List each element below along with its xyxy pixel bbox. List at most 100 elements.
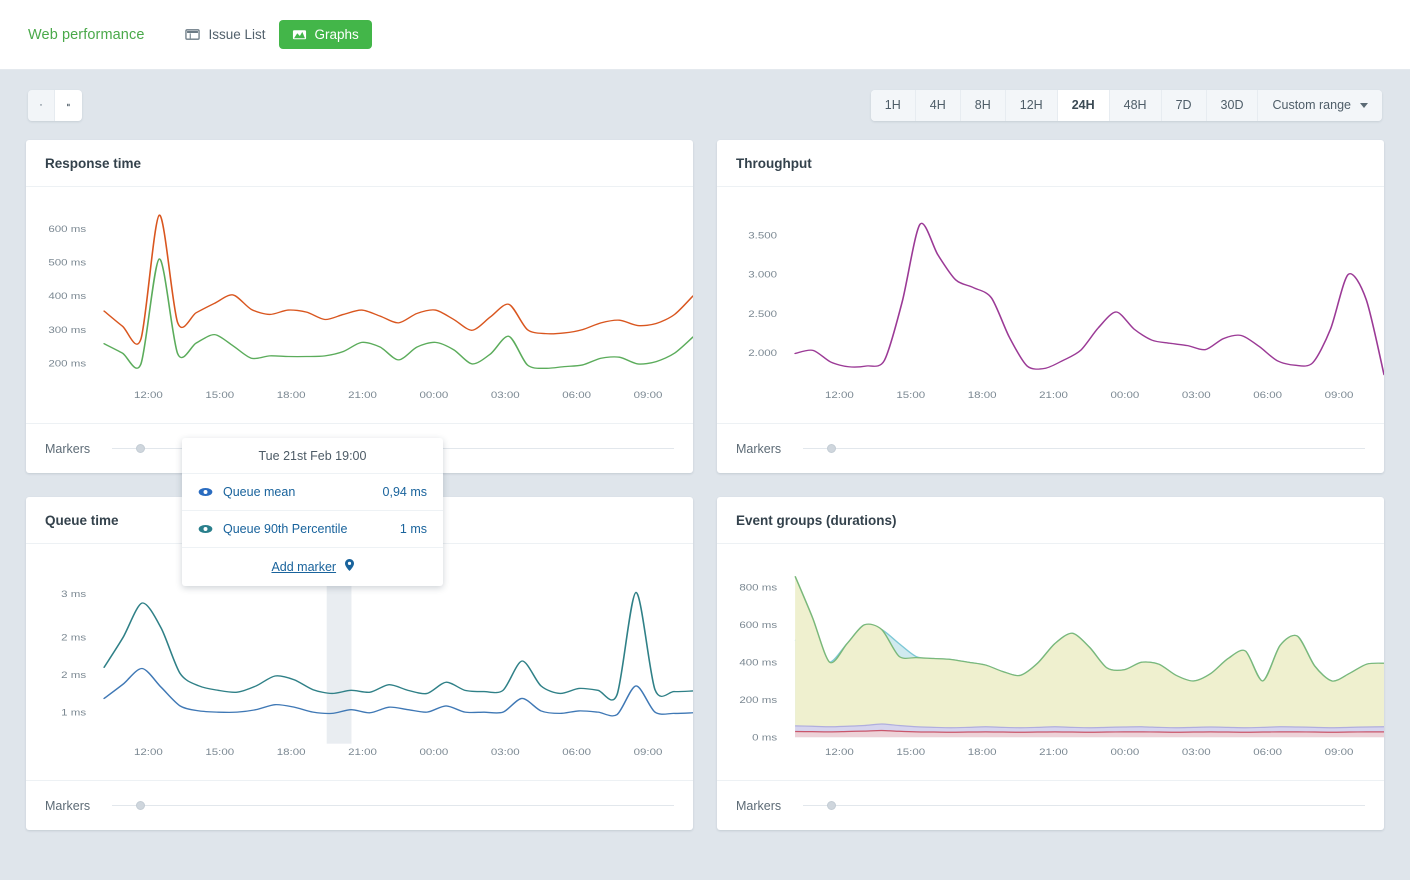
time-range-selector: 1H 4H 8H 12H 24H 48H 7D 30D Custom range bbox=[871, 90, 1382, 121]
svg-text:00:00: 00:00 bbox=[419, 747, 448, 758]
brand-title[interactable]: Web performance bbox=[28, 27, 144, 43]
markers-row-queue-time: Markers bbox=[26, 780, 693, 830]
marker-handle[interactable] bbox=[827, 444, 836, 453]
svg-text:300 ms: 300 ms bbox=[48, 325, 86, 336]
svg-text:3.000: 3.000 bbox=[748, 270, 777, 281]
custom-range-dropdown[interactable]: Custom range bbox=[1258, 90, 1382, 121]
svg-text:18:00: 18:00 bbox=[277, 390, 306, 401]
svg-text:06:00: 06:00 bbox=[562, 390, 591, 401]
svg-text:00:00: 00:00 bbox=[1110, 747, 1139, 758]
tooltip-timestamp: Tue 21st Feb 19:00 bbox=[182, 438, 443, 474]
marker-handle[interactable] bbox=[136, 444, 145, 453]
svg-text:400 ms: 400 ms bbox=[739, 657, 777, 668]
svg-text:00:00: 00:00 bbox=[1110, 390, 1139, 401]
tooltip-series-name: Queue mean bbox=[223, 485, 383, 499]
svg-text:03:00: 03:00 bbox=[1182, 390, 1211, 401]
svg-text:600 ms: 600 ms bbox=[48, 224, 86, 235]
markers-row-event-groups: Markers bbox=[717, 780, 1384, 830]
markers-track[interactable] bbox=[112, 799, 674, 813]
svg-text:600 ms: 600 ms bbox=[739, 620, 777, 631]
map-pin-icon bbox=[345, 560, 354, 574]
svg-text:03:00: 03:00 bbox=[1182, 747, 1211, 758]
svg-text:09:00: 09:00 bbox=[634, 390, 663, 401]
svg-text:2.000: 2.000 bbox=[748, 348, 777, 359]
svg-text:09:00: 09:00 bbox=[634, 747, 663, 758]
tooltip-footer: Add marker bbox=[182, 548, 443, 586]
eye-icon[interactable] bbox=[198, 524, 213, 534]
add-marker-link[interactable]: Add marker bbox=[271, 560, 336, 574]
range-button-12h[interactable]: 12H bbox=[1006, 90, 1058, 121]
svg-text:18:00: 18:00 bbox=[277, 747, 306, 758]
tooltip-series-value: 0,94 ms bbox=[383, 485, 427, 499]
svg-text:03:00: 03:00 bbox=[491, 747, 520, 758]
chart-toolbar: 1H 4H 8H 12H 24H 48H 7D 30D Custom range bbox=[0, 70, 1410, 140]
markers-row-throughput: Markers bbox=[717, 423, 1384, 473]
chart-response-time[interactable]: 200 ms300 ms400 ms500 ms600 ms12:0015:00… bbox=[26, 187, 693, 423]
list-icon bbox=[40, 99, 42, 111]
tooltip-series-value: 1 ms bbox=[400, 522, 427, 536]
table-icon bbox=[185, 27, 200, 42]
eye-icon[interactable] bbox=[198, 487, 213, 497]
svg-text:12:00: 12:00 bbox=[134, 390, 163, 401]
card-response-time: Response time 200 ms300 ms400 ms500 ms60… bbox=[26, 140, 693, 473]
markers-label: Markers bbox=[45, 442, 90, 456]
svg-text:12:00: 12:00 bbox=[825, 390, 854, 401]
view-mode-toggle bbox=[28, 90, 82, 121]
svg-text:3.500: 3.500 bbox=[748, 230, 777, 241]
markers-line bbox=[112, 805, 674, 806]
svg-text:1 ms: 1 ms bbox=[61, 707, 86, 718]
svg-text:0 ms: 0 ms bbox=[752, 732, 777, 743]
svg-text:12:00: 12:00 bbox=[825, 747, 854, 758]
svg-text:21:00: 21:00 bbox=[348, 747, 377, 758]
tooltip-row-queue-mean[interactable]: Queue mean 0,94 ms bbox=[182, 474, 443, 511]
svg-text:21:00: 21:00 bbox=[348, 390, 377, 401]
markers-line bbox=[803, 805, 1365, 806]
chart-throughput[interactable]: 2.000 2.500 3.000 3.500 12:00 15:00 18:00 21:00… bbox=[717, 187, 1384, 423]
range-button-4h[interactable]: 4H bbox=[916, 90, 961, 121]
svg-text:09:00: 09:00 bbox=[1325, 747, 1354, 758]
chart-icon bbox=[292, 27, 307, 42]
markers-line bbox=[803, 448, 1365, 449]
range-button-7d[interactable]: 7D bbox=[1162, 90, 1207, 121]
svg-text:00:00: 00:00 bbox=[419, 390, 448, 401]
grid-view-button[interactable] bbox=[55, 90, 82, 121]
card-throughput: Throughput 2.000 2.500 3.000 3.500 12:00 15:0… bbox=[717, 140, 1384, 473]
svg-text:15:00: 15:00 bbox=[896, 390, 925, 401]
tooltip-row-queue-p90[interactable]: Queue 90th Percentile 1 ms bbox=[182, 511, 443, 548]
svg-text:03:00: 03:00 bbox=[491, 390, 520, 401]
range-button-1h[interactable]: 1H bbox=[871, 90, 916, 121]
nav-item-graphs[interactable]: Graphs bbox=[279, 20, 372, 49]
markers-label: Markers bbox=[45, 799, 90, 813]
svg-text:200 ms: 200 ms bbox=[739, 695, 777, 706]
tooltip-series-name: Queue 90th Percentile bbox=[223, 522, 400, 536]
svg-text:15:00: 15:00 bbox=[205, 747, 234, 758]
range-button-48h[interactable]: 48H bbox=[1110, 90, 1162, 121]
range-button-30d[interactable]: 30D bbox=[1207, 90, 1259, 121]
svg-text:3 ms: 3 ms bbox=[61, 589, 86, 600]
marker-handle[interactable] bbox=[136, 801, 145, 810]
svg-text:2.500: 2.500 bbox=[748, 309, 777, 320]
card-title-throughput: Throughput bbox=[717, 140, 1384, 187]
svg-text:18:00: 18:00 bbox=[968, 747, 997, 758]
svg-text:2 ms: 2 ms bbox=[61, 633, 86, 644]
svg-text:06:00: 06:00 bbox=[562, 747, 591, 758]
grid-icon bbox=[67, 99, 70, 111]
nav-item-issue-list-label: Issue List bbox=[208, 27, 265, 42]
svg-text:06:00: 06:00 bbox=[1253, 747, 1282, 758]
svg-text:21:00: 21:00 bbox=[1039, 747, 1068, 758]
nav-item-issue-list[interactable]: Issue List bbox=[172, 20, 278, 49]
list-view-button[interactable] bbox=[28, 90, 55, 121]
range-button-8h[interactable]: 8H bbox=[961, 90, 1006, 121]
chart-event-groups[interactable]: 0 ms200 ms400 ms600 ms800 ms12:0015:0018… bbox=[717, 544, 1384, 780]
custom-range-label: Custom range bbox=[1272, 99, 1351, 112]
chart-tooltip[interactable]: Tue 21st Feb 19:00 Queue mean 0,94 ms Qu… bbox=[182, 438, 443, 586]
svg-text:18:00: 18:00 bbox=[968, 390, 997, 401]
svg-text:500 ms: 500 ms bbox=[48, 257, 86, 268]
nav-item-graphs-label: Graphs bbox=[315, 27, 359, 42]
markers-track[interactable] bbox=[803, 799, 1365, 813]
marker-handle[interactable] bbox=[827, 801, 836, 810]
markers-track[interactable] bbox=[803, 442, 1365, 456]
svg-text:200 ms: 200 ms bbox=[48, 358, 86, 369]
range-button-24h[interactable]: 24H bbox=[1058, 90, 1110, 121]
svg-text:21:00: 21:00 bbox=[1039, 390, 1068, 401]
